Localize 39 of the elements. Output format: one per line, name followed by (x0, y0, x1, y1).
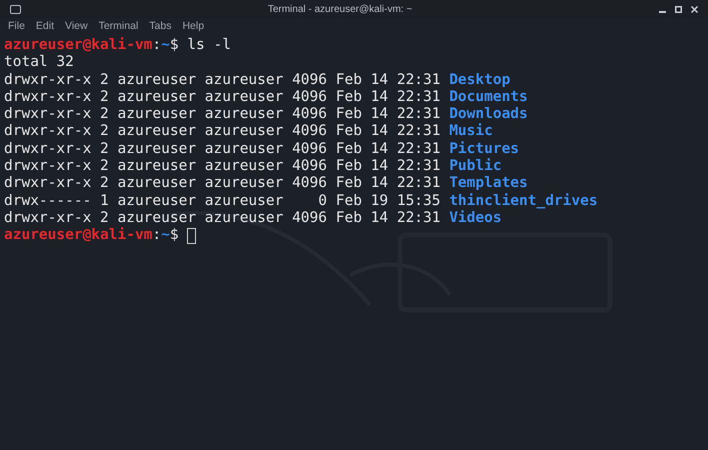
directory-name: Downloads (449, 106, 528, 123)
directory-name: Pictures (449, 140, 520, 158)
menu-item[interactable]: Help (182, 19, 204, 35)
prompt-separator: : (152, 227, 162, 245)
terminal-icon (10, 5, 21, 14)
file-details: drwxr-xr-x 2 azureuser azureuser 4096 Feb 14 22:31 (4, 140, 440, 158)
menu-item[interactable]: Edit (36, 19, 54, 35)
menu-item[interactable]: File (8, 19, 25, 35)
window-title: Terminal - azureuser@kali-vm: ~ (268, 3, 412, 17)
text-cursor (187, 228, 196, 244)
file-details: drwxr-xr-x 2 azureuser azureuser 4096 Feb 14 22:31 (4, 175, 440, 193)
directory-name: Public (449, 158, 502, 176)
menu-item[interactable]: Terminal (98, 19, 138, 35)
prompt-user-host: azureuser@kali-vm (4, 227, 152, 245)
menu-item[interactable]: View (65, 19, 88, 35)
file-details: drwxr-xr-x 2 azureuser azureuser 4096 Feb 14 22:31 (4, 72, 440, 89)
file-details: drwxr-xr-x 2 azureuser azureuser 4096 Feb 14 22:31 (4, 210, 440, 227)
directory-name: Templates (449, 175, 528, 193)
file-details: drwxr-xr-x 2 azureuser azureuser 4096 Feb 14 22:31 (4, 158, 440, 176)
file-details: drwxr-xr-x 2 azureuser azureuser 4096 Feb 14 22:31 (4, 106, 440, 124)
file-details: drwx------ 1 azureuser azureuser 0 Feb 19 15:35 (4, 192, 440, 210)
prompt-user-host: azureuser@kali-vm (4, 37, 152, 54)
maximize-icon[interactable] (675, 6, 682, 13)
output-text: total 32 (4, 54, 74, 70)
directory-name: Videos (449, 210, 502, 228)
directory-name: Desktop (449, 72, 510, 89)
close-icon[interactable] (691, 6, 698, 13)
prompt-path: ~ (161, 37, 170, 54)
directory-name: thinclient_drives (449, 192, 598, 210)
prompt-separator: : (152, 37, 162, 54)
menu-item[interactable]: Tabs (149, 19, 172, 35)
command-text: ls -l (187, 37, 231, 54)
file-details: drwxr-xr-x 2 azureuser azureuser 4096 Feb 14 22:31 (4, 88, 440, 106)
directory-name: Music (449, 123, 493, 141)
directory-name: Documents (449, 88, 528, 106)
prompt-symbol: $ (170, 37, 179, 54)
prompt-symbol: $ (170, 227, 179, 245)
prompt-path: ~ (161, 227, 170, 245)
file-details: drwxr-xr-x 2 azureuser azureuser 4096 Feb 14 22:31 (4, 123, 440, 141)
